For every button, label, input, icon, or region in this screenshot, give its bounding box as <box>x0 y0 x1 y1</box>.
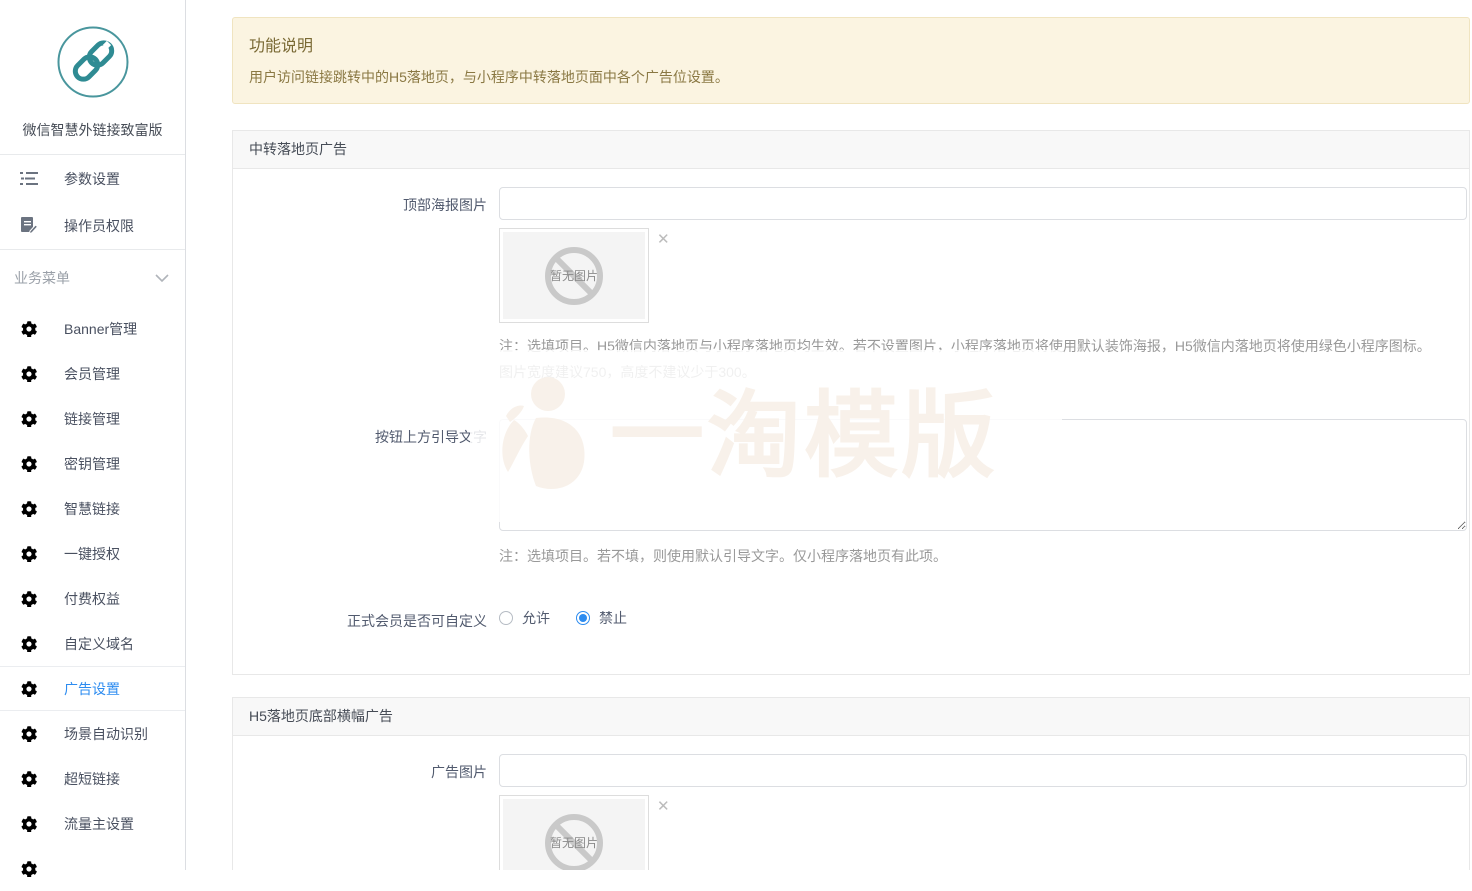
sidebar-item-custom-domain[interactable]: 自定义域名 <box>0 621 185 666</box>
no-image-text: 暂无图片 <box>550 267 598 284</box>
card-title: 中转落地页广告 <box>233 131 1469 169</box>
sidebar-item-ad-settings[interactable]: 广告设置 <box>0 666 185 711</box>
ad-image-label: 广告图片 <box>233 754 499 782</box>
sidebar-item-scene-auto-detect[interactable]: 场景自动识别 <box>0 711 185 756</box>
sidebar: 微信智慧外链接致富版 参数设置 <box>0 0 186 870</box>
remove-image-icon[interactable] <box>657 799 670 814</box>
guide-text-textarea[interactable] <box>499 419 1467 531</box>
sidebar-item-members[interactable]: 会员管理 <box>0 351 185 396</box>
sidebar-item-links[interactable]: 链接管理 <box>0 396 185 441</box>
sidebar-item-partial[interactable] <box>0 846 185 891</box>
poster-image-label: 顶部海报图片 <box>233 187 499 215</box>
gear-icon <box>20 591 38 607</box>
gear-icon <box>20 861 38 877</box>
gear-icon <box>20 456 38 472</box>
ad-image-preview: 暂无图片 <box>499 795 649 870</box>
gear-icon <box>20 681 38 697</box>
sidebar-item-operator[interactable]: 操作员权限 <box>0 202 185 249</box>
notice-title: 功能说明 <box>249 32 1453 56</box>
sidebar-item-smart-links[interactable]: 智慧链接 <box>0 486 185 531</box>
sidebar-section-business[interactable]: 业务菜单 <box>0 250 185 306</box>
poster-note-2: 图片宽度建议750，高度不建议少于300。 <box>499 359 1467 385</box>
document-edit-icon <box>20 217 38 234</box>
brand: 微信智慧外链接致富版 <box>0 0 185 155</box>
card-transfer-landing-ads: 中转落地页广告 顶部海报图片 暂无图片 <box>232 130 1470 675</box>
gear-icon <box>20 546 38 562</box>
radio-circle-icon <box>576 611 590 625</box>
gear-icon <box>20 726 38 742</box>
main-content: 功能说明 用户访问链接跳转中的H5落地页，与小程序中转落地页面中各个广告位设置。… <box>186 0 1472 870</box>
member-customizable-label: 正式会员是否可自定义 <box>233 608 499 631</box>
sidebar-item-traffic-owner[interactable]: 流量主设置 <box>0 801 185 846</box>
sidebar-item-label: 操作员权限 <box>64 216 134 236</box>
no-image-text: 暂无图片 <box>550 834 598 851</box>
sidebar-item-label: 参数设置 <box>64 169 120 189</box>
sidebar-item-banner[interactable]: Banner管理 <box>0 306 185 351</box>
notice-body: 用户访问链接跳转中的H5落地页，与小程序中转落地页面中各个广告位设置。 <box>249 67 1453 87</box>
gear-icon <box>20 816 38 832</box>
gear-icon <box>20 411 38 427</box>
gear-icon <box>20 636 38 652</box>
gear-icon <box>20 321 38 337</box>
gear-icon <box>20 501 38 517</box>
sidebar-item-one-key-auth[interactable]: 一键授权 <box>0 531 185 576</box>
radio-circle-icon <box>499 611 513 625</box>
card-title: H5落地页底部横幅广告 <box>233 698 1469 736</box>
sidebar-business-menu: Banner管理 会员管理 链接管理 密钥管理 智慧链接 一键授权 <box>0 306 185 891</box>
radio-allow[interactable]: 允许 <box>499 608 550 628</box>
member-customizable-radio-group: 允许 禁止 <box>499 608 1467 628</box>
sidebar-section-label: 业务菜单 <box>14 268 70 288</box>
list-icon <box>20 171 38 186</box>
guide-note: 注：选填项目。若不填，则使用默认引导文字。仅小程序落地页有此项。 <box>499 546 1467 566</box>
chevron-down-icon <box>155 270 169 286</box>
brand-title: 微信智慧外链接致富版 <box>0 120 185 140</box>
card-h5-bottom-banner-ad: H5落地页底部横幅广告 广告图片 暂无图片 <box>232 697 1470 870</box>
poster-image-preview: 暂无图片 <box>499 228 649 323</box>
poster-note-1: 注：选填项目。H5微信内落地页与小程序落地页均生效。若不设置图片，小程序落地页将… <box>499 333 1467 359</box>
sidebar-item-paid-rights[interactable]: 付费权益 <box>0 576 185 621</box>
sidebar-item-short-links[interactable]: 超短链接 <box>0 756 185 801</box>
sidebar-item-keys[interactable]: 密钥管理 <box>0 441 185 486</box>
remove-image-icon[interactable] <box>657 232 670 247</box>
notice-box: 功能说明 用户访问链接跳转中的H5落地页，与小程序中转落地页面中各个广告位设置。 <box>232 17 1470 104</box>
sidebar-item-params[interactable]: 参数设置 <box>0 155 185 202</box>
radio-forbid[interactable]: 禁止 <box>576 608 627 628</box>
ad-image-input[interactable] <box>499 754 1467 787</box>
chain-link-logo-icon <box>56 25 130 99</box>
gear-icon <box>20 771 38 787</box>
poster-image-input[interactable] <box>499 187 1467 220</box>
sidebar-top-nav: 参数设置 操作员权限 <box>0 155 185 250</box>
guide-text-label: 按钮上方引导文字 <box>233 419 499 447</box>
gear-icon <box>20 366 38 382</box>
